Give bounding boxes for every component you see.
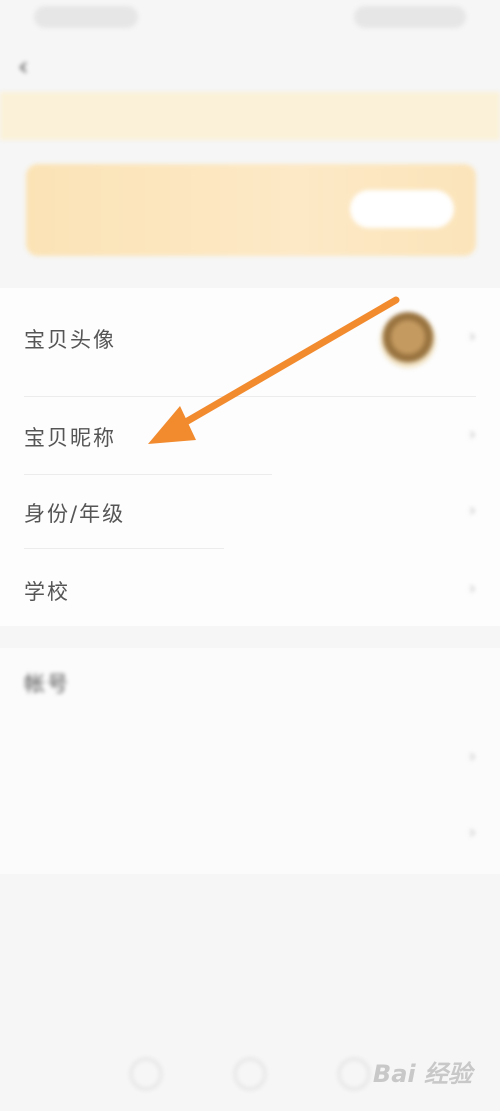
row-label: 身份/年级 bbox=[24, 502, 126, 526]
row-label: 帐号 bbox=[24, 672, 70, 696]
recents-icon[interactable] bbox=[338, 1058, 370, 1090]
chevron-right-icon: › bbox=[468, 500, 476, 521]
nav-bar: ‹ bbox=[0, 40, 500, 92]
row-label: 宝贝头像 bbox=[24, 328, 116, 352]
chevron-right-icon: › bbox=[468, 326, 476, 347]
chevron-right-icon: › bbox=[468, 746, 476, 767]
notice-bar bbox=[0, 92, 500, 140]
divider bbox=[24, 474, 272, 475]
row-label: 宝贝昵称 bbox=[24, 426, 116, 450]
account-card bbox=[0, 648, 500, 874]
status-bar bbox=[0, 0, 500, 40]
row-label: 学校 bbox=[24, 580, 70, 604]
watermark: Bai 经验 bbox=[372, 1060, 472, 1088]
back-icon[interactable] bbox=[130, 1058, 162, 1090]
chevron-right-icon: › bbox=[468, 822, 476, 843]
home-icon[interactable] bbox=[234, 1058, 266, 1090]
status-right bbox=[354, 6, 466, 28]
status-left bbox=[34, 6, 138, 28]
avatar[interactable] bbox=[380, 312, 436, 368]
promo-banner[interactable] bbox=[26, 164, 476, 256]
banner-button[interactable] bbox=[350, 190, 454, 228]
chevron-right-icon: › bbox=[468, 578, 476, 599]
divider bbox=[24, 396, 476, 397]
divider bbox=[24, 548, 224, 549]
chevron-right-icon: › bbox=[468, 424, 476, 445]
chevron-left-icon[interactable]: ‹ bbox=[18, 52, 28, 82]
